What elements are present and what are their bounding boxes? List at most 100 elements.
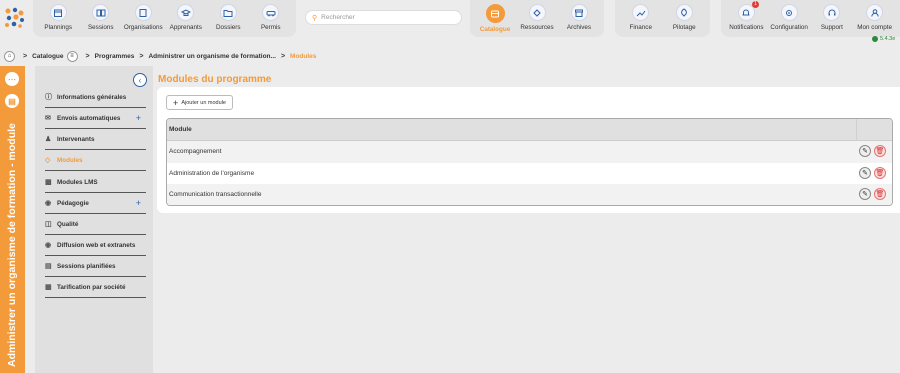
trash-icon[interactable]: 🗑	[874, 145, 886, 157]
chevron-right-icon: >	[280, 52, 286, 60]
nav-group-catalogue: Catalogue Ressources Archives	[470, 0, 604, 37]
trash-icon[interactable]: 🗑	[874, 188, 886, 200]
nav-dossiers[interactable]: Dossiers	[207, 0, 250, 37]
nav-archives[interactable]: Archives	[558, 0, 600, 37]
sidebar-item-intervenants[interactable]: ♟ Intervenants	[45, 129, 146, 150]
nav-group-finance: Finance Pilotage	[615, 0, 710, 37]
edit-icon[interactable]: ✎	[859, 145, 871, 157]
module-name: Communication transactionnelle	[169, 191, 262, 199]
sidebar-toggle-icon[interactable]: ‹	[133, 73, 147, 87]
breadcrumb-programmes[interactable]: Programmes	[95, 53, 135, 60]
catalogue-icon	[485, 4, 505, 23]
book-icon	[92, 4, 110, 21]
nav-mon-compte[interactable]: Mon compte	[853, 0, 896, 37]
headset-icon	[823, 4, 841, 21]
trash-icon[interactable]: 🗑	[874, 166, 886, 179]
more-options-icon[interactable]: ⋯	[5, 72, 19, 86]
nav-apprenants[interactable]: Apprenants	[165, 0, 208, 37]
column-header-module: Module	[169, 126, 192, 133]
breadcrumb: ⌂ > Catalogue ≡ > Programmes > Administr…	[4, 50, 316, 62]
graduation-cap-icon	[177, 4, 195, 21]
document-icon[interactable]: ▤	[5, 94, 19, 108]
sidebar-item-tarification[interactable]: ▦ Tarification par société	[45, 277, 146, 298]
nav-sessions[interactable]: Sessions	[80, 0, 123, 37]
user-icon	[866, 4, 884, 21]
plus-icon: +	[173, 97, 179, 108]
chevron-right-icon: >	[85, 52, 90, 60]
nav-group-main: Plannings Sessions Organisations Apprena…	[33, 0, 296, 37]
module-name: Administration de l'organisme	[169, 169, 255, 177]
sidebar-item-modules-lms[interactable]: ▩ Modules LMS	[45, 172, 146, 193]
add-icon[interactable]: +	[136, 113, 141, 123]
sessions-icon: ▤	[45, 263, 52, 270]
module-name: Accompagnement	[169, 148, 222, 156]
add-icon[interactable]: +	[136, 198, 141, 208]
row-actions: ✎ 🗑	[859, 166, 886, 179]
sidebar-item-sessions-planifiees[interactable]: ▤ Sessions planifiées	[45, 256, 146, 277]
gear-icon	[780, 4, 798, 21]
nav-pilotage[interactable]: Pilotage	[663, 0, 707, 37]
table-row[interactable]: Accompagnement ✎ 🗑	[167, 141, 892, 163]
nav-finance[interactable]: Finance	[619, 0, 663, 37]
version-icon	[872, 36, 878, 42]
chevron-right-icon: >	[139, 52, 144, 60]
breadcrumb-current: Modules	[290, 52, 317, 60]
nav-configuration[interactable]: Configuration	[768, 0, 811, 37]
rocket-icon	[675, 4, 693, 21]
column-header-actions	[856, 119, 892, 141]
breadcrumb-organisme[interactable]: Administrer un organisme de formation...	[148, 53, 276, 60]
broadcast-icon: ◉	[45, 242, 52, 249]
chart-icon	[632, 4, 650, 21]
calendar-icon	[49, 4, 67, 21]
nav-group-account: 1 Notifications Configuration Support Mon…	[721, 0, 900, 37]
mail-icon: ✉	[45, 115, 51, 122]
pedagogy-icon: ◉	[45, 200, 52, 207]
edit-icon[interactable]: ✎	[859, 188, 871, 200]
table-row[interactable]: Administration de l'organisme ✎ 🗑	[167, 163, 892, 185]
nav-plannings[interactable]: Plannings	[37, 0, 80, 37]
version-badge: 5.4.3e	[872, 36, 895, 42]
row-actions: ✎ 🗑	[859, 188, 886, 200]
folder-icon	[219, 4, 237, 21]
row-actions: ✎ 🗑	[859, 145, 886, 157]
home-icon[interactable]: ⌂	[4, 50, 15, 62]
modules-table: Module Accompagnement ✎ 🗑 Administration d…	[166, 118, 893, 206]
edit-icon[interactable]: ✎	[859, 166, 871, 179]
nav-permis[interactable]: Permis	[250, 0, 293, 37]
archive-icon	[570, 4, 588, 21]
pricing-icon: ▦	[45, 284, 52, 291]
sidebar: ‹ ⓘ Informations générales ✉ Envois automa…	[35, 66, 153, 373]
vertical-title: Administrer un organisme de formation - …	[6, 123, 18, 367]
table-body: Accompagnement ✎ 🗑 Administration de l'org…	[167, 141, 892, 205]
users-icon: ♟	[45, 136, 52, 143]
nav-catalogue[interactable]: Catalogue	[474, 0, 516, 37]
car-icon	[262, 4, 280, 21]
lms-icon: ▩	[45, 179, 52, 186]
nav-ressources[interactable]: Ressources	[516, 0, 558, 37]
sidebar-item-pedagogie[interactable]: ◉ Pédagogie +	[45, 193, 146, 214]
table-row[interactable]: Communication transactionnelle ✎ 🗑	[167, 184, 892, 205]
notification-badge: 1	[752, 1, 759, 8]
nav-support[interactable]: Support	[811, 0, 854, 37]
quality-icon: ◫	[45, 221, 52, 228]
sidebar-item-diffusion[interactable]: ◉ Diffusion web et extranets	[45, 235, 146, 256]
page-title: Modules du programme	[158, 74, 272, 85]
search-input[interactable]: ⚲ Rechercher	[305, 10, 462, 25]
sidebar-item-qualite[interactable]: ◫ Qualité	[45, 214, 146, 235]
sidebar-item-informations[interactable]: ⓘ Informations générales	[45, 87, 146, 108]
add-module-button[interactable]: + Ajouter un module	[166, 95, 233, 110]
bell-icon: 1	[737, 1, 759, 21]
nav-organisations[interactable]: Organisations	[122, 0, 165, 37]
resources-icon	[528, 4, 546, 21]
chevron-right-icon: >	[23, 52, 28, 60]
search-icon: ⚲	[312, 14, 318, 22]
menu-icon[interactable]: ≡	[66, 50, 78, 62]
sidebar-item-modules[interactable]: ◇ Modules	[45, 150, 146, 171]
app-logo[interactable]	[3, 6, 25, 28]
modules-icon: ◇	[45, 157, 51, 164]
vertical-title-bar: ⋯ ▤ Administrer un organisme de formatio…	[0, 66, 25, 373]
nav-notifications[interactable]: 1 Notifications	[725, 0, 768, 37]
modules-panel: + Ajouter un module Module Accompagnement…	[157, 87, 900, 213]
breadcrumb-catalogue[interactable]: Catalogue	[32, 53, 63, 60]
sidebar-item-envois[interactable]: ✉ Envois automatiques +	[45, 108, 146, 129]
